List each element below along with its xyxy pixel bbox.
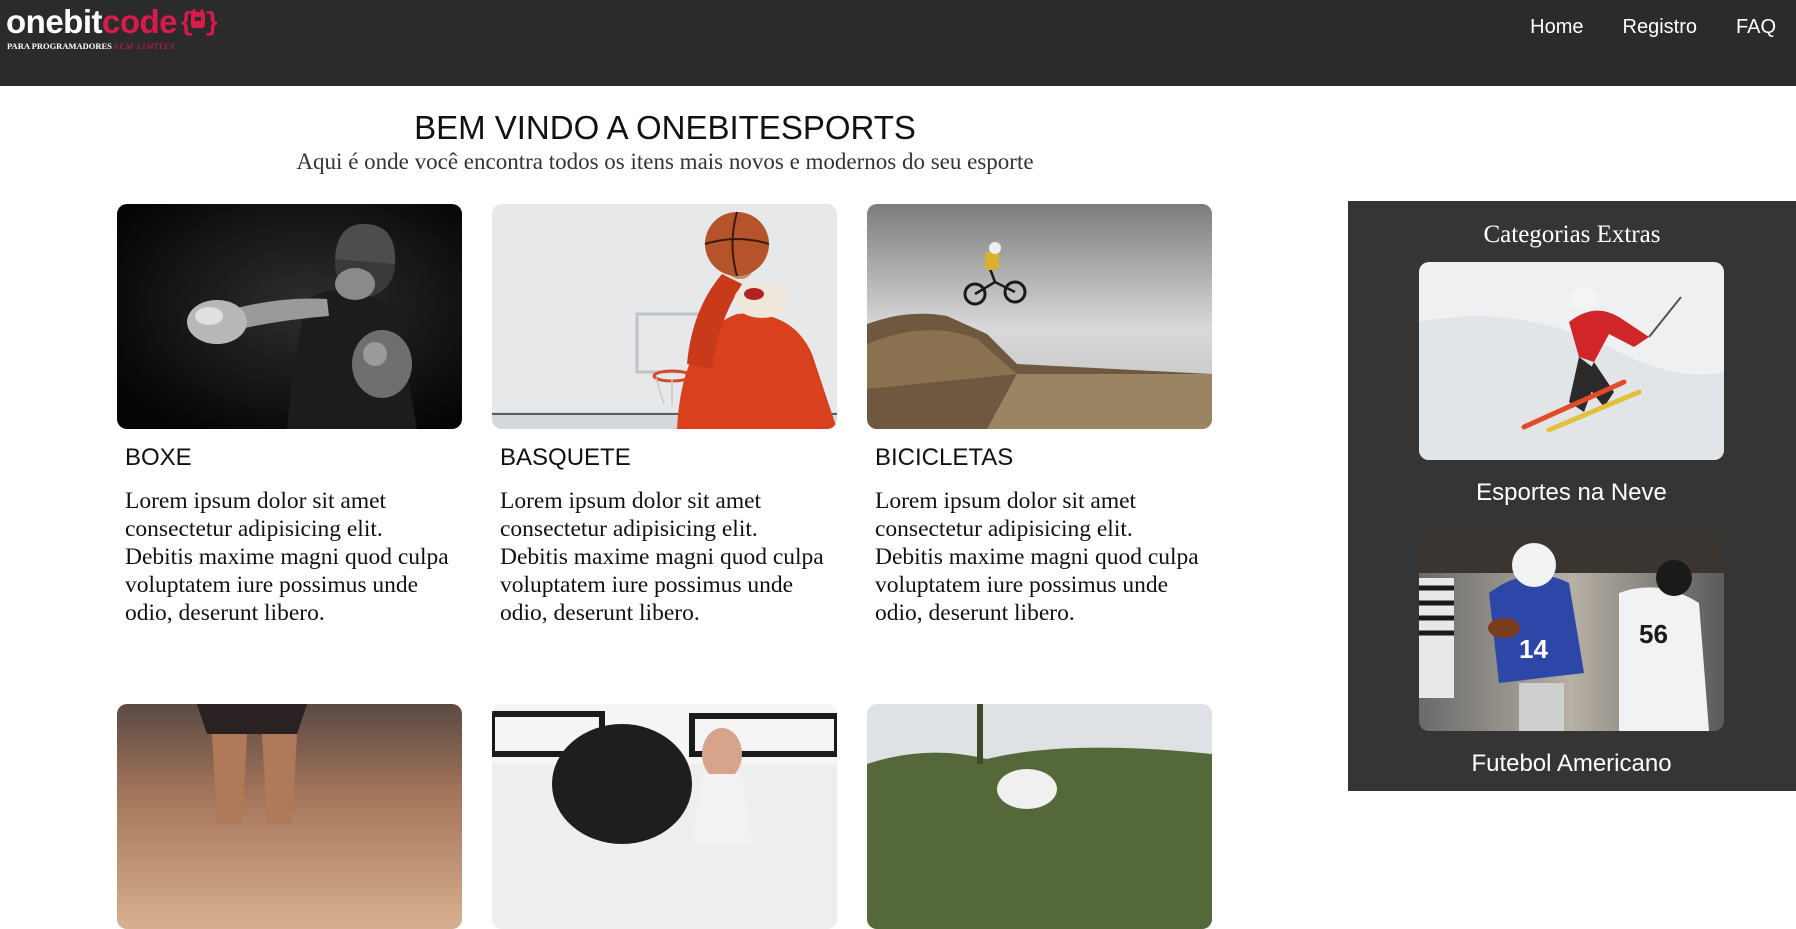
card-title: BOXE [125,444,192,471]
nav-link-home[interactable]: Home [1530,14,1583,40]
category-card-corrida[interactable] [117,704,462,929]
sidebar-title: Categorias Extras [1483,221,1661,248]
nav-link-registro[interactable]: Registro [1623,14,1697,40]
brand-tagline-part2: SEM LIMITES [114,41,176,51]
rock-hand-icon: { } [179,6,220,38]
category-card-bicicletas[interactable]: BICICLETAS Lorem ipsum dolor sit amet co… [867,204,1212,627]
main-nav: Home Registro FAQ [1491,14,1776,40]
brand-wordmark: onebitcode { } [6,3,220,40]
skier-photo[interactable] [1419,262,1724,460]
basketball-photo[interactable] [492,204,837,429]
brand-name-part1: onebit [6,3,102,40]
card-title: BICICLETAS [875,444,1014,471]
svg-text:}: } [204,8,217,36]
boxer-photo[interactable] [117,204,462,429]
page-title: BEM VINDO A ONEBITESPORTS [414,109,916,146]
sidebar-extra-categories: Categorias Extras Esportes na Neve 14 56… [1348,201,1796,791]
outdoor-photo[interactable] [867,704,1212,929]
sidebar-item-label: Esportes na Neve [1476,479,1667,506]
brand-logo[interactable]: onebitcode { } PARA PROGRAMADORES SEM LI… [6,3,246,52]
brand-tagline-part1: PARA PROGRAMADORES [7,41,112,51]
card-description: Lorem ipsum dolor sit amet consectetur a… [875,488,1199,626]
category-card-boxe[interactable]: BOXE Lorem ipsum dolor sit amet consecte… [117,204,462,627]
sidebar-item-american-football[interactable]: 14 56 Futebol Americano [1419,533,1724,779]
bike-jump-photo[interactable] [867,204,1212,429]
top-navbar: onebitcode { } PARA PROGRAMADORES SEM LI… [0,0,1796,86]
card-description: Lorem ipsum dolor sit amet consectetur a… [500,488,824,626]
category-card-outdoor[interactable] [867,704,1212,929]
card-title: BASQUETE [500,444,631,471]
category-card-basquete[interactable]: BASQUETE Lorem ipsum dolor sit amet cons… [492,204,837,627]
sidebar-item-label: Futebol Americano [1471,750,1672,777]
brand-tagline: PARA PROGRAMADORES SEM LIMITES [7,41,175,51]
svg-text:56: 56 [1639,619,1668,649]
football-photo[interactable]: 14 56 [1419,533,1724,731]
svg-text:14: 14 [1519,634,1548,664]
runner-photo[interactable] [117,704,462,929]
sidebar-item-snow-sports[interactable]: Esportes na Neve [1419,262,1724,508]
card-description: Lorem ipsum dolor sit amet consectetur a… [125,488,449,626]
brand-name-part2: code [101,3,178,40]
page-subtitle: Aqui é onde você encontra todos os itens… [296,149,1034,174]
category-card-academia[interactable] [492,704,837,929]
gym-tire-photo[interactable] [492,704,837,929]
nav-link-faq[interactable]: FAQ [1736,14,1776,40]
